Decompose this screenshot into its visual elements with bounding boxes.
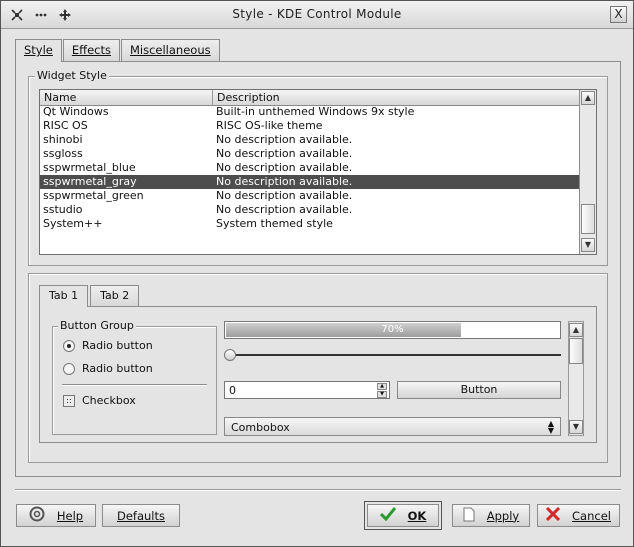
preview-tab-2[interactable]: Tab 2 <box>90 285 140 306</box>
style-name-cell: sspwrmetal_blue <box>43 161 136 174</box>
preview-scroll-thumb[interactable] <box>569 338 583 364</box>
style-description-cell: RISC OS-like theme <box>216 119 323 132</box>
radio-button-2-label: Radio button <box>82 362 153 375</box>
style-description-cell: System Style 001 <box>213 231 580 237</box>
style-description-cell: Built-in unthemed Windows 9x style <box>216 105 415 118</box>
cancel-x-icon <box>545 506 561 524</box>
button-separator <box>15 489 621 491</box>
preview-tabbar: Tab 1 Tab 2 <box>39 285 141 307</box>
radio-button-1-label: Radio button <box>82 339 153 352</box>
help-button[interactable]: Help <box>16 504 96 527</box>
preview-scroll-down-icon[interactable]: ▼ <box>569 420 583 434</box>
table-row[interactable]: RISC OS RISC OS-like theme <box>40 119 580 133</box>
table-row[interactable]: shinobi No description available. <box>40 133 580 147</box>
combobox-value: Combobox <box>231 421 290 434</box>
tab-style-label: Style <box>24 43 53 57</box>
progress-bar: 70% <box>224 321 561 339</box>
style-description-cell: No description available. <box>216 175 353 188</box>
tab-miscellaneous-label: Miscellaneous <box>129 43 211 57</box>
tab-miscellaneous[interactable]: Miscellaneous <box>120 39 220 61</box>
ok-check-icon <box>379 507 396 524</box>
spinbox[interactable]: 0 ▲ ▼ <box>224 381 390 399</box>
scroll-thumb[interactable] <box>581 204 595 234</box>
window-title: Style - KDE Control Module <box>232 7 402 21</box>
help-label: Help <box>56 508 84 523</box>
radio-checked-icon[interactable] <box>63 339 75 352</box>
style-description-cell: System themed style <box>216 217 333 230</box>
style-description-cell: No description available. <box>216 189 353 202</box>
preview-scroll-up-icon[interactable]: ▲ <box>569 323 583 337</box>
apply-label: Apply <box>486 508 520 523</box>
preview-scrollbar[interactable]: ▲ ▼ <box>568 321 584 436</box>
style-description-cell: No description available. <box>216 133 353 146</box>
checkbox-label: Checkbox <box>82 394 136 407</box>
progress-label: 70% <box>381 324 404 335</box>
style-name-cell: System-Series <box>40 231 213 237</box>
close-button[interactable]: X <box>610 6 627 23</box>
style-name-cell: sspwrmetal_gray <box>43 175 137 188</box>
style-description-cell: No description available. <box>216 147 353 160</box>
apply-button[interactable]: Apply <box>452 504 530 527</box>
button-group-title: Button Group <box>58 319 136 332</box>
slider-handle[interactable] <box>224 349 236 361</box>
help-lifebuoy-icon <box>29 506 45 525</box>
preview-combobox[interactable]: Combobox ▲ ▼ <box>224 417 561 436</box>
scroll-up-icon[interactable]: ▲ <box>581 91 595 105</box>
checkbox-icon[interactable]: :: <box>63 394 75 407</box>
style-name-cell: sspwrmetal_green <box>43 189 144 202</box>
defaults-button[interactable]: Defaults <box>102 504 180 527</box>
button-group-divider <box>62 384 207 386</box>
spinbox-value: 0 <box>229 384 236 397</box>
style-description-cell: No description available. <box>216 203 353 216</box>
table-row[interactable]: Qt Windows Built-in unthemed Windows 9x s… <box>40 105 580 119</box>
cancel-button[interactable]: Cancel <box>537 504 620 527</box>
style-name-cell: sstudio <box>43 203 83 216</box>
table-row[interactable]: ssgloss No description available. <box>40 147 580 161</box>
radio-unchecked-icon[interactable] <box>63 362 75 375</box>
tab-effects[interactable]: Effects <box>62 39 120 61</box>
table-row[interactable]: sspwrmetal_green No description available… <box>40 189 580 203</box>
table-row[interactable]: sspwrmetal_blue No description available. <box>40 161 580 175</box>
apply-document-icon <box>463 507 475 525</box>
table-row[interactable]: System-SeriesSystem Style 001 <box>40 231 580 237</box>
style-description-cell: No description available. <box>216 161 353 174</box>
style-name-cell: RISC OS <box>43 119 88 132</box>
cancel-label: Cancel <box>572 508 611 523</box>
slider-track[interactable] <box>229 354 561 356</box>
radio-button-1[interactable]: Radio button <box>63 339 153 352</box>
table-row[interactable]: sspwrmetal_gray No description available. <box>40 175 580 189</box>
main-tabbar: Style Effects Miscellaneous <box>15 39 221 62</box>
table-row[interactable]: System++ System themed style <box>40 217 580 231</box>
scroll-down-icon[interactable]: ▼ <box>581 238 595 252</box>
widget-style-group-title: Widget Style <box>35 69 109 82</box>
combobox-arrow-icon[interactable]: ▲ ▼ <box>548 420 554 435</box>
tab-style[interactable]: Style <box>15 39 62 62</box>
style-name-cell: System++ <box>43 217 103 230</box>
tab-effects-label: Effects <box>71 43 111 57</box>
kde-style-window: Style - KDE Control Module X Style Effec… <box>0 0 634 547</box>
style-name-cell: Qt Windows <box>43 105 109 118</box>
preview-tab-1[interactable]: Tab 1 <box>39 285 89 307</box>
style-name-cell: ssgloss <box>43 147 83 160</box>
spin-down-icon[interactable]: ▼ <box>377 391 387 398</box>
checkbox[interactable]: :: Checkbox <box>63 394 136 407</box>
spin-up-icon[interactable]: ▲ <box>377 383 387 390</box>
widget-style-list[interactable]: Name Description Qt PlatinumBuilt-in unt… <box>39 89 597 255</box>
ok-button[interactable]: OK <box>367 504 439 527</box>
preview-button[interactable]: Button <box>397 381 561 399</box>
style-name-cell: shinobi <box>43 133 83 146</box>
defaults-label: Defaults <box>116 508 165 523</box>
table-row[interactable]: sstudio No description available. <box>40 203 580 217</box>
ok-label: OK <box>407 508 427 523</box>
title-bar[interactable]: Style - KDE Control Module X <box>1 1 633 29</box>
list-rows: Qt PlatinumBuilt-in unthemed Platinum st… <box>40 99 580 237</box>
radio-button-2[interactable]: Radio button <box>63 362 153 375</box>
list-scrollbar[interactable]: ▲ ▼ <box>579 90 596 254</box>
